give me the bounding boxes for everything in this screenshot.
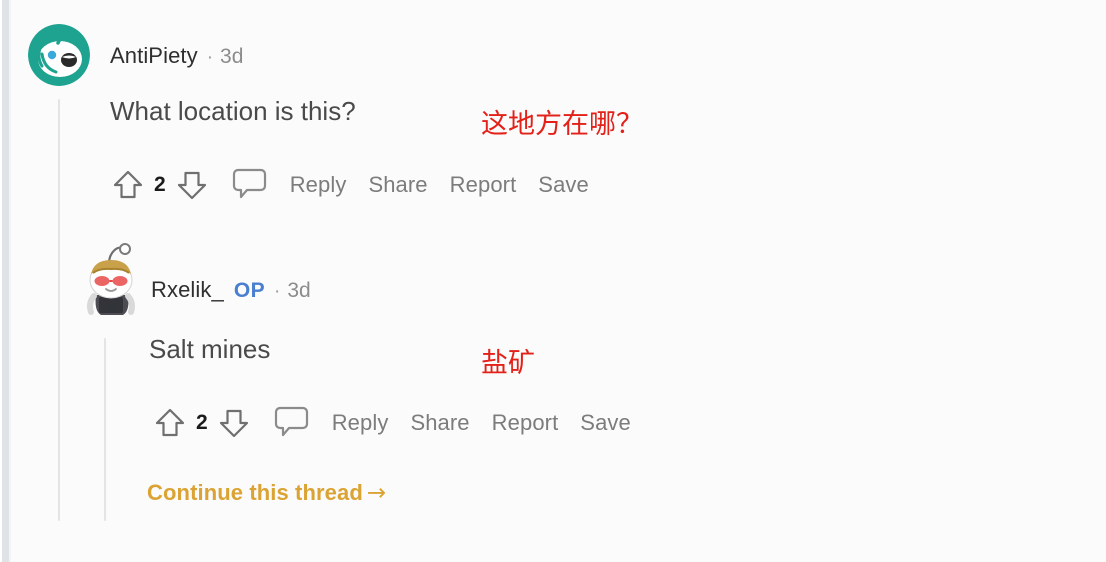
share-button[interactable]: Share — [410, 410, 469, 436]
arrow-right-icon: → — [366, 480, 387, 506]
thread-collapse-line-1[interactable] — [58, 99, 60, 521]
window-left-scroll-edge[interactable] — [0, 0, 11, 562]
report-button[interactable]: Report — [492, 410, 559, 436]
comment-action-bar-2: 2 Reply Share Report Save — [150, 401, 631, 444]
comment-header-rxelik: Rxelik_ OP · 3d — [151, 277, 311, 303]
reply-button[interactable]: Reply — [332, 410, 389, 436]
comment-thread-page: AntiPiety · 3d What location is this? 这地… — [0, 0, 1106, 562]
translation-gloss-red: 这地方在哪？ — [481, 109, 643, 140]
downvote-icon[interactable] — [214, 403, 254, 443]
downvote-icon[interactable] — [172, 165, 212, 205]
comment-body-text: Salt mines — [149, 334, 271, 364]
header-separator: · — [206, 47, 214, 68]
comment-age: 3d — [287, 279, 311, 302]
comment-bubble-icon[interactable] — [272, 401, 310, 444]
save-button[interactable]: Save — [580, 410, 631, 436]
upvote-icon[interactable] — [150, 403, 190, 443]
thread-collapse-line-2[interactable] — [104, 338, 106, 521]
username-link[interactable]: AntiPiety — [110, 43, 198, 69]
comment-body-text: What location is this? — [110, 96, 356, 126]
report-button[interactable]: Report — [450, 172, 517, 198]
upvote-icon[interactable] — [108, 165, 148, 205]
share-button[interactable]: Share — [368, 172, 427, 198]
comment-bubble-icon[interactable] — [230, 163, 268, 206]
continue-this-thread-link[interactable]: Continue this thread → — [147, 480, 386, 506]
avatar-rxelik[interactable] — [79, 240, 143, 318]
header-separator: · — [274, 281, 281, 302]
op-badge: OP — [233, 279, 265, 302]
vote-score: 2 — [154, 172, 166, 196]
save-button[interactable]: Save — [538, 172, 589, 198]
username-link[interactable]: Rxelik_ — [151, 277, 224, 303]
avatar-antipiety[interactable] — [28, 24, 90, 86]
comment-header-antipiety: AntiPiety · 3d — [110, 43, 243, 69]
comment-action-bar-1: 2 Reply Share Report Save — [108, 163, 589, 206]
comment-age: 3d — [220, 45, 244, 68]
reply-button[interactable]: Reply — [290, 172, 347, 198]
continue-thread-label: Continue this thread — [147, 480, 363, 505]
translation-gloss-red: 盐矿 — [481, 348, 535, 379]
vote-score: 2 — [196, 410, 208, 434]
